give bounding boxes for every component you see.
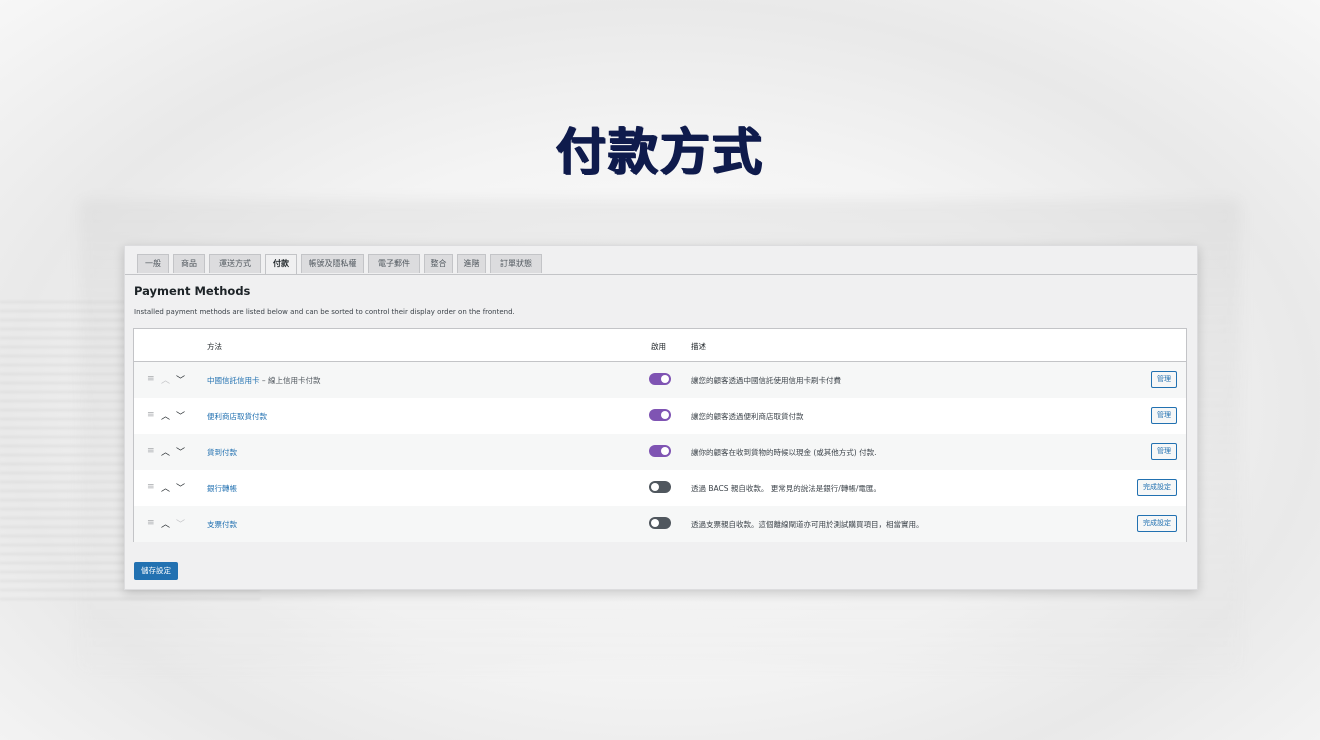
chevron-up-icon[interactable]: ︿ bbox=[161, 373, 170, 386]
table-row: ≡ ︿ ﹀ 便利商店取貨付款 讓您的顧客透過便利商店取貨付款 管理 bbox=[134, 398, 1186, 434]
method-link[interactable]: 便利商店取貨付款 bbox=[207, 411, 267, 422]
chevron-down-icon[interactable]: ﹀ bbox=[176, 481, 185, 494]
chevron-down-icon[interactable]: ﹀ bbox=[176, 517, 185, 530]
drag-handle-icon[interactable]: ≡ bbox=[147, 518, 155, 528]
chevron-up-icon[interactable]: ︿ bbox=[161, 445, 170, 458]
tab-accounts-privacy[interactable]: 帳號及隱私權 bbox=[301, 254, 364, 273]
enabled-toggle[interactable] bbox=[649, 373, 671, 385]
drag-handle-icon[interactable]: ≡ bbox=[147, 482, 155, 492]
chevron-down-icon[interactable]: ﹀ bbox=[176, 409, 185, 422]
header-method: 方法 bbox=[207, 342, 222, 351]
method-description: 讓您的顧客透過便利商店取貨付款 bbox=[691, 412, 804, 421]
toggle-knob bbox=[661, 411, 669, 419]
section-title: Payment Methods bbox=[134, 284, 251, 298]
tab-products[interactable]: 商品 bbox=[173, 254, 205, 273]
tab-advanced[interactable]: 進階 bbox=[457, 254, 486, 273]
table-header: 方法 啟用 描述 bbox=[134, 329, 1186, 362]
tab-shipping[interactable]: 運送方式 bbox=[209, 254, 261, 273]
method-link[interactable]: 貨到付款 bbox=[207, 447, 237, 458]
method-link[interactable]: 中國信託信用卡 – 線上信用卡付款 bbox=[207, 375, 321, 386]
toggle-knob bbox=[661, 375, 669, 383]
chevron-up-icon[interactable]: ︿ bbox=[161, 517, 170, 530]
table-row: ≡ ︿ ﹀ 中國信託信用卡 – 線上信用卡付款 讓您的顧客透過中國信託使用信用卡… bbox=[134, 362, 1186, 398]
enabled-toggle[interactable] bbox=[649, 481, 671, 493]
chevron-up-icon[interactable]: ︿ bbox=[161, 481, 170, 494]
enabled-toggle[interactable] bbox=[649, 409, 671, 421]
toggle-knob bbox=[651, 519, 659, 527]
method-description: 讓您的顧客透過中國信託使用信用卡刷卡付費 bbox=[691, 376, 841, 385]
method-description: 透過支票親自收款。這個離線閘道亦可用於測試購買項目，相當實用。 bbox=[691, 520, 924, 529]
finish-setup-button[interactable]: 完成設定 bbox=[1137, 515, 1177, 532]
toggle-knob bbox=[661, 447, 669, 455]
method-suffix: – 線上信用卡付款 bbox=[259, 376, 321, 385]
chevron-up-icon[interactable]: ︿ bbox=[161, 409, 170, 422]
drag-handle-icon[interactable]: ≡ bbox=[147, 446, 155, 456]
settings-tabs: 一般 商品 運送方式 付款 帳號及隱私權 電子郵件 整合 進階 訂單狀態 bbox=[125, 246, 1197, 275]
tab-integration[interactable]: 整合 bbox=[424, 254, 453, 273]
method-link[interactable]: 銀行轉帳 bbox=[207, 483, 237, 494]
drag-handle-icon[interactable]: ≡ bbox=[147, 410, 155, 420]
manage-button[interactable]: 管理 bbox=[1151, 443, 1177, 460]
save-settings-button[interactable]: 儲存設定 bbox=[134, 562, 178, 580]
page-title: 付款方式 bbox=[556, 123, 764, 181]
enabled-toggle[interactable] bbox=[649, 445, 671, 457]
manage-button[interactable]: 管理 bbox=[1151, 371, 1177, 388]
header-enabled: 啟用 bbox=[651, 342, 666, 351]
tab-order-status[interactable]: 訂單狀態 bbox=[490, 254, 542, 273]
table-row: ≡ ︿ ﹀ 銀行轉帳 透過 BACS 親自收款。 更常見的說法是銀行/轉帳/電匯… bbox=[134, 470, 1186, 506]
toggle-knob bbox=[651, 483, 659, 491]
drag-handle-icon[interactable]: ≡ bbox=[147, 374, 155, 384]
table-row: ≡ ︿ ﹀ 支票付款 透過支票親自收款。這個離線閘道亦可用於測試購買項目，相當實… bbox=[134, 506, 1186, 542]
method-description: 讓你的顧客在收到貨物的時候以現金 (或其他方式) 付款. bbox=[691, 448, 877, 457]
method-link[interactable]: 支票付款 bbox=[207, 519, 237, 530]
tab-general[interactable]: 一般 bbox=[137, 254, 169, 273]
enabled-toggle[interactable] bbox=[649, 517, 671, 529]
header-description: 描述 bbox=[691, 342, 706, 351]
tab-emails[interactable]: 電子郵件 bbox=[368, 254, 420, 273]
payment-methods-table: 方法 啟用 描述 ≡ ︿ ﹀ 中國信託信用卡 – 線上信用卡付款 讓您的顧客透過… bbox=[133, 328, 1187, 542]
finish-setup-button[interactable]: 完成設定 bbox=[1137, 479, 1177, 496]
section-description: Installed payment methods are listed bel… bbox=[134, 308, 515, 316]
tab-payments[interactable]: 付款 bbox=[265, 254, 297, 274]
method-description: 透過 BACS 親自收款。 更常見的說法是銀行/轉帳/電匯。 bbox=[691, 484, 881, 493]
table-row: ≡ ︿ ﹀ 貨到付款 讓你的顧客在收到貨物的時候以現金 (或其他方式) 付款. … bbox=[134, 434, 1186, 470]
manage-button[interactable]: 管理 bbox=[1151, 407, 1177, 424]
settings-panel: 一般 商品 運送方式 付款 帳號及隱私權 電子郵件 整合 進階 訂單狀態 Pay… bbox=[124, 245, 1198, 590]
chevron-down-icon[interactable]: ﹀ bbox=[176, 373, 185, 386]
chevron-down-icon[interactable]: ﹀ bbox=[176, 445, 185, 458]
